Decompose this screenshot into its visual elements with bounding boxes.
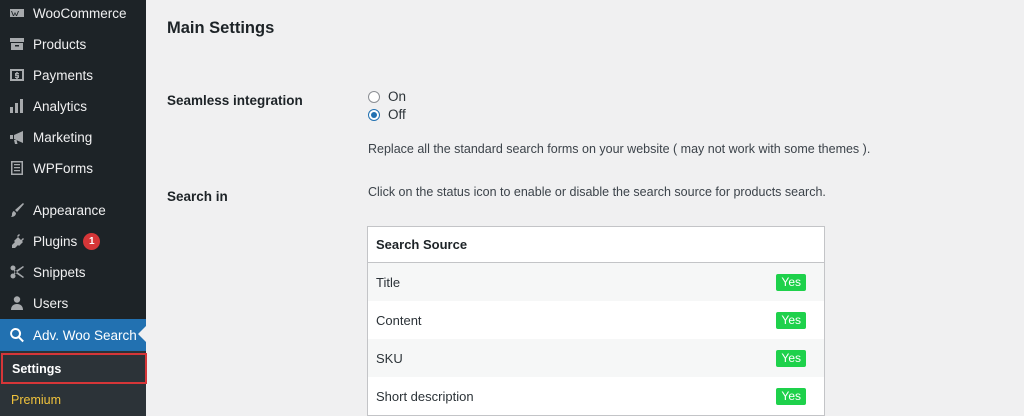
sidebar-item-label: WPForms xyxy=(33,160,93,176)
settings-content: Main Settings Seamless integration On Of… xyxy=(146,0,1024,416)
active-menu-arrow xyxy=(138,326,146,342)
woocommerce-icon xyxy=(8,4,26,22)
sidebar-item-label: Products xyxy=(33,36,87,52)
table-row: Content Yes xyxy=(368,301,824,339)
table-row: Title Yes xyxy=(368,263,824,301)
megaphone-icon xyxy=(8,128,26,146)
seamless-off-label: Off xyxy=(388,107,406,122)
adv-woo-search-submenu: Settings Premium xyxy=(0,351,147,416)
seamless-on-option[interactable]: On xyxy=(368,89,406,104)
page-title: Main Settings xyxy=(167,19,275,37)
table-row: SKU Yes xyxy=(368,339,824,377)
status-toggle[interactable]: Yes xyxy=(776,311,806,329)
source-name: SKU xyxy=(376,350,403,366)
sidebar-item-appearance[interactable]: Appearance xyxy=(0,195,146,225)
seamless-off-radio[interactable] xyxy=(368,108,380,121)
plug-icon xyxy=(8,232,26,250)
sidebar-item-label: Analytics xyxy=(33,98,88,114)
seamless-description: Replace all the standard search forms on… xyxy=(368,142,871,156)
admin-sidebar: WooCommerce Products Payments Analytics … xyxy=(0,0,147,416)
form-icon xyxy=(8,159,26,177)
sidebar-item-label: Marketing xyxy=(33,129,93,145)
table-header: Search Source xyxy=(368,227,824,263)
search-source-table: Search Source Title Yes Content Yes SKU … xyxy=(367,226,825,416)
sidebar-item-payments[interactable]: Payments xyxy=(0,60,146,90)
sidebar-item-label: Plugins xyxy=(33,233,78,249)
user-icon xyxy=(8,294,26,312)
sidebar-item-label: Payments xyxy=(33,67,94,83)
submenu-item-settings[interactable]: Settings xyxy=(1,353,147,384)
source-name: Content xyxy=(376,312,422,328)
archive-icon xyxy=(8,35,26,53)
scissors-icon xyxy=(8,263,26,281)
sidebar-item-marketing[interactable]: Marketing xyxy=(0,122,146,152)
submenu-item-premium[interactable]: Premium xyxy=(0,385,146,415)
paintbrush-icon xyxy=(8,201,26,219)
status-toggle[interactable]: Yes xyxy=(776,349,806,367)
search-icon xyxy=(8,326,26,344)
source-name: Short description xyxy=(376,388,474,404)
dollar-icon xyxy=(8,66,26,84)
sidebar-item-adv-woo-search[interactable]: Adv. Woo Search xyxy=(0,319,146,351)
sidebar-item-label: Adv. Woo Search xyxy=(33,327,137,343)
search-in-description: Click on the status icon to enable or di… xyxy=(368,185,826,199)
sidebar-item-label: Snippets xyxy=(33,264,86,280)
sidebar-item-products[interactable]: Products xyxy=(0,29,146,59)
sidebar-item-snippets[interactable]: Snippets xyxy=(0,257,146,287)
sidebar-item-wpforms[interactable]: WPForms xyxy=(0,153,146,183)
sidebar-item-users[interactable]: Users xyxy=(0,288,146,318)
status-toggle[interactable]: Yes xyxy=(776,273,806,291)
seamless-integration-label: Seamless integration xyxy=(167,93,303,108)
sidebar-item-label: Appearance xyxy=(33,202,106,218)
sidebar-item-label: Users xyxy=(33,295,69,311)
seamless-on-radio[interactable] xyxy=(368,90,380,103)
source-name: Title xyxy=(376,274,401,290)
sidebar-item-analytics[interactable]: Analytics xyxy=(0,91,146,121)
table-row: Short description Yes xyxy=(368,377,824,415)
status-toggle[interactable]: Yes xyxy=(776,387,806,405)
bar-chart-icon xyxy=(8,97,26,115)
sidebar-item-woocommerce[interactable]: WooCommerce xyxy=(0,0,146,28)
sidebar-item-label: WooCommerce xyxy=(33,5,127,21)
seamless-off-option[interactable]: Off xyxy=(368,107,406,122)
sidebar-item-plugins[interactable]: Plugins 1 xyxy=(0,226,146,256)
search-in-label: Search in xyxy=(167,189,228,204)
seamless-on-label: On xyxy=(388,89,407,104)
update-count-badge: 1 xyxy=(83,232,101,250)
